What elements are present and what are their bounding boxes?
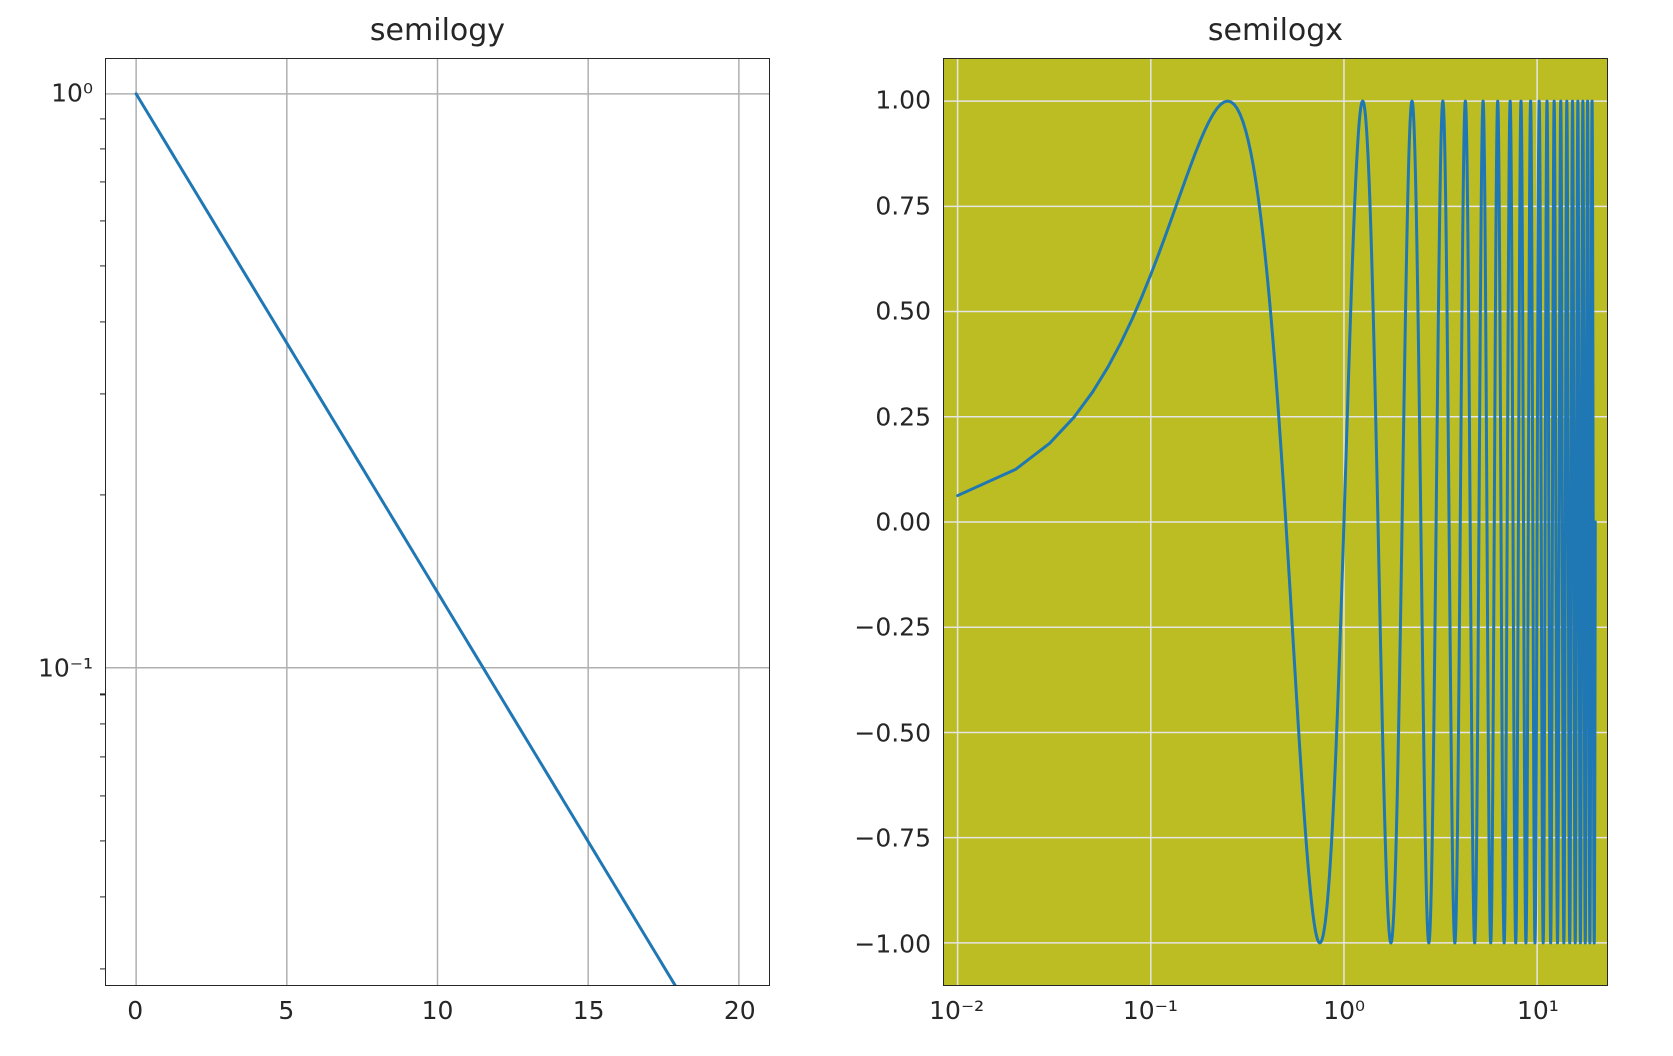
ytick-label: 1.00 <box>875 86 931 115</box>
xtick-label: 10⁻¹ <box>1123 996 1178 1025</box>
ytick-label: −0.25 <box>854 613 931 642</box>
xtick-label: 0 <box>127 996 143 1025</box>
xtick-label: 10¹ <box>1517 996 1559 1025</box>
ytick-label: 10⁰ <box>51 78 93 107</box>
plot-area-left <box>105 58 770 986</box>
xtick-label: 10⁰ <box>1323 996 1365 1025</box>
grid-left <box>106 59 769 985</box>
ytick-label: −0.75 <box>854 824 931 853</box>
figure: semilogy 0 5 10 15 20 10⁻¹ 10⁰ semilogx <box>0 0 1673 1056</box>
ytick-label: 10⁻¹ <box>38 654 93 683</box>
ytick-label: −0.50 <box>854 718 931 747</box>
ytick-label: 0.00 <box>875 508 931 537</box>
plot-svg-left <box>106 59 769 985</box>
plot-svg-right <box>944 59 1607 985</box>
xtick-label: 20 <box>724 996 756 1025</box>
axes-title-right: semilogx <box>943 13 1608 48</box>
axes-title-left: semilogy <box>105 13 770 48</box>
ytick-label: 0.50 <box>875 297 931 326</box>
ytick-label: −1.00 <box>854 929 931 958</box>
axes-semilogy: semilogy 0 5 10 15 20 10⁻¹ 10⁰ <box>105 58 770 986</box>
xtick-label: 5 <box>278 996 294 1025</box>
axes-semilogx: semilogx 10⁻² 10⁻¹ 10⁰ 10¹ −1.00 −0.75 −… <box>943 58 1608 986</box>
xtick-label: 10 <box>422 996 454 1025</box>
ytick-label: 0.75 <box>875 191 931 220</box>
xtick-label: 10⁻² <box>929 996 984 1025</box>
xtick-label: 15 <box>573 996 605 1025</box>
plot-area-right <box>943 58 1608 986</box>
ytick-label: 0.25 <box>875 402 931 431</box>
